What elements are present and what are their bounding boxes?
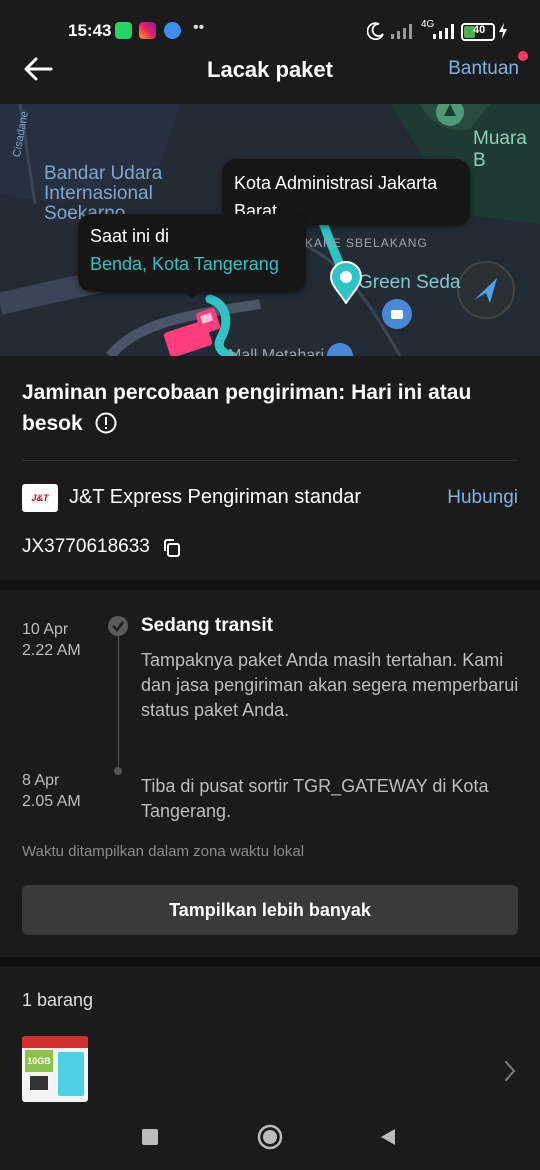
divider-line bbox=[22, 460, 518, 461]
guarantee-text: Jaminan percobaan pengiriman: Hari ini a… bbox=[22, 381, 472, 435]
battery-icon: 40 bbox=[461, 23, 495, 41]
timeline-date-1: 10 Apr 2.22 AM bbox=[22, 621, 81, 659]
thumbnail-label: 10GB bbox=[25, 1050, 53, 1072]
show-more-button[interactable]: Tampilkan lebih banyak bbox=[22, 885, 518, 935]
map-label-muara: Muara B bbox=[473, 128, 527, 171]
charging-icon bbox=[499, 23, 507, 39]
map-label-mall: Mall Metahari bbox=[228, 347, 325, 356]
tracking-number: JX3770618633 bbox=[22, 536, 150, 557]
current-location: Benda, Kota Tangerang bbox=[90, 254, 279, 274]
more-notifications-icon: •• bbox=[193, 19, 205, 36]
do-not-disturb-icon bbox=[367, 22, 384, 40]
section-divider bbox=[0, 580, 540, 590]
timeline-detail-2: Tiba di pusat sortir TGR_GATEWAY di Kota… bbox=[141, 776, 489, 821]
whatsapp-icon bbox=[115, 22, 132, 39]
truck-icon bbox=[163, 308, 221, 356]
timeline-detail-1: Tampaknya paket Anda masih tertahan. Kam… bbox=[141, 650, 519, 720]
chevron-right-icon[interactable] bbox=[503, 1060, 517, 1082]
timeline-line bbox=[118, 626, 119, 772]
help-button[interactable]: Bantuan bbox=[448, 58, 519, 80]
section-divider-2 bbox=[0, 957, 540, 967]
notification-dot bbox=[518, 51, 528, 61]
contact-button[interactable]: Hubungi bbox=[447, 487, 518, 509]
info-icon[interactable] bbox=[95, 412, 117, 434]
signal-icon-2 bbox=[433, 24, 454, 39]
item-count: 1 barang bbox=[22, 990, 94, 1010]
recents-button[interactable] bbox=[142, 1129, 158, 1145]
battery-level: 40 bbox=[473, 24, 486, 36]
tracking-map[interactable]: Bandar Udara Internasional Soekarno Cisa… bbox=[0, 104, 540, 356]
timeline-date-2: 8 Apr 2.05 AM bbox=[22, 772, 81, 810]
courier-name: J&T Express Pengiriman standar bbox=[69, 486, 361, 508]
show-more-label: Tampilkan lebih banyak bbox=[169, 900, 371, 920]
copy-icon[interactable] bbox=[162, 538, 182, 558]
destination-pin-icon bbox=[329, 261, 363, 304]
timeline-dot bbox=[114, 767, 122, 775]
map-label-green: Green Seda bbox=[358, 272, 461, 293]
timezone-note: Waktu ditampilkan dalam zona waktu lokal bbox=[22, 843, 305, 860]
messenger-icon bbox=[164, 22, 181, 39]
home-button[interactable] bbox=[257, 1124, 283, 1150]
back-button[interactable] bbox=[379, 1127, 397, 1147]
courier-logo: J&T bbox=[22, 484, 58, 512]
item-thumbnail[interactable]: 10GB bbox=[22, 1036, 88, 1102]
check-circle-icon bbox=[108, 616, 128, 636]
timeline-status-1: Sedang transit bbox=[141, 615, 273, 636]
current-label: Saat ini di bbox=[90, 226, 170, 246]
signal-icon bbox=[391, 24, 412, 39]
status-bar: 15:43 •• 4G 40 bbox=[0, 0, 540, 50]
status-time: 15:43 bbox=[68, 21, 112, 40]
tooltip-pointer bbox=[184, 290, 200, 299]
current-location-tooltip: Saat ini di Benda, Kota Tangerang bbox=[78, 214, 306, 292]
map-label-belakang: KARE SBELAKANG bbox=[305, 236, 428, 250]
instagram-icon bbox=[139, 22, 156, 39]
